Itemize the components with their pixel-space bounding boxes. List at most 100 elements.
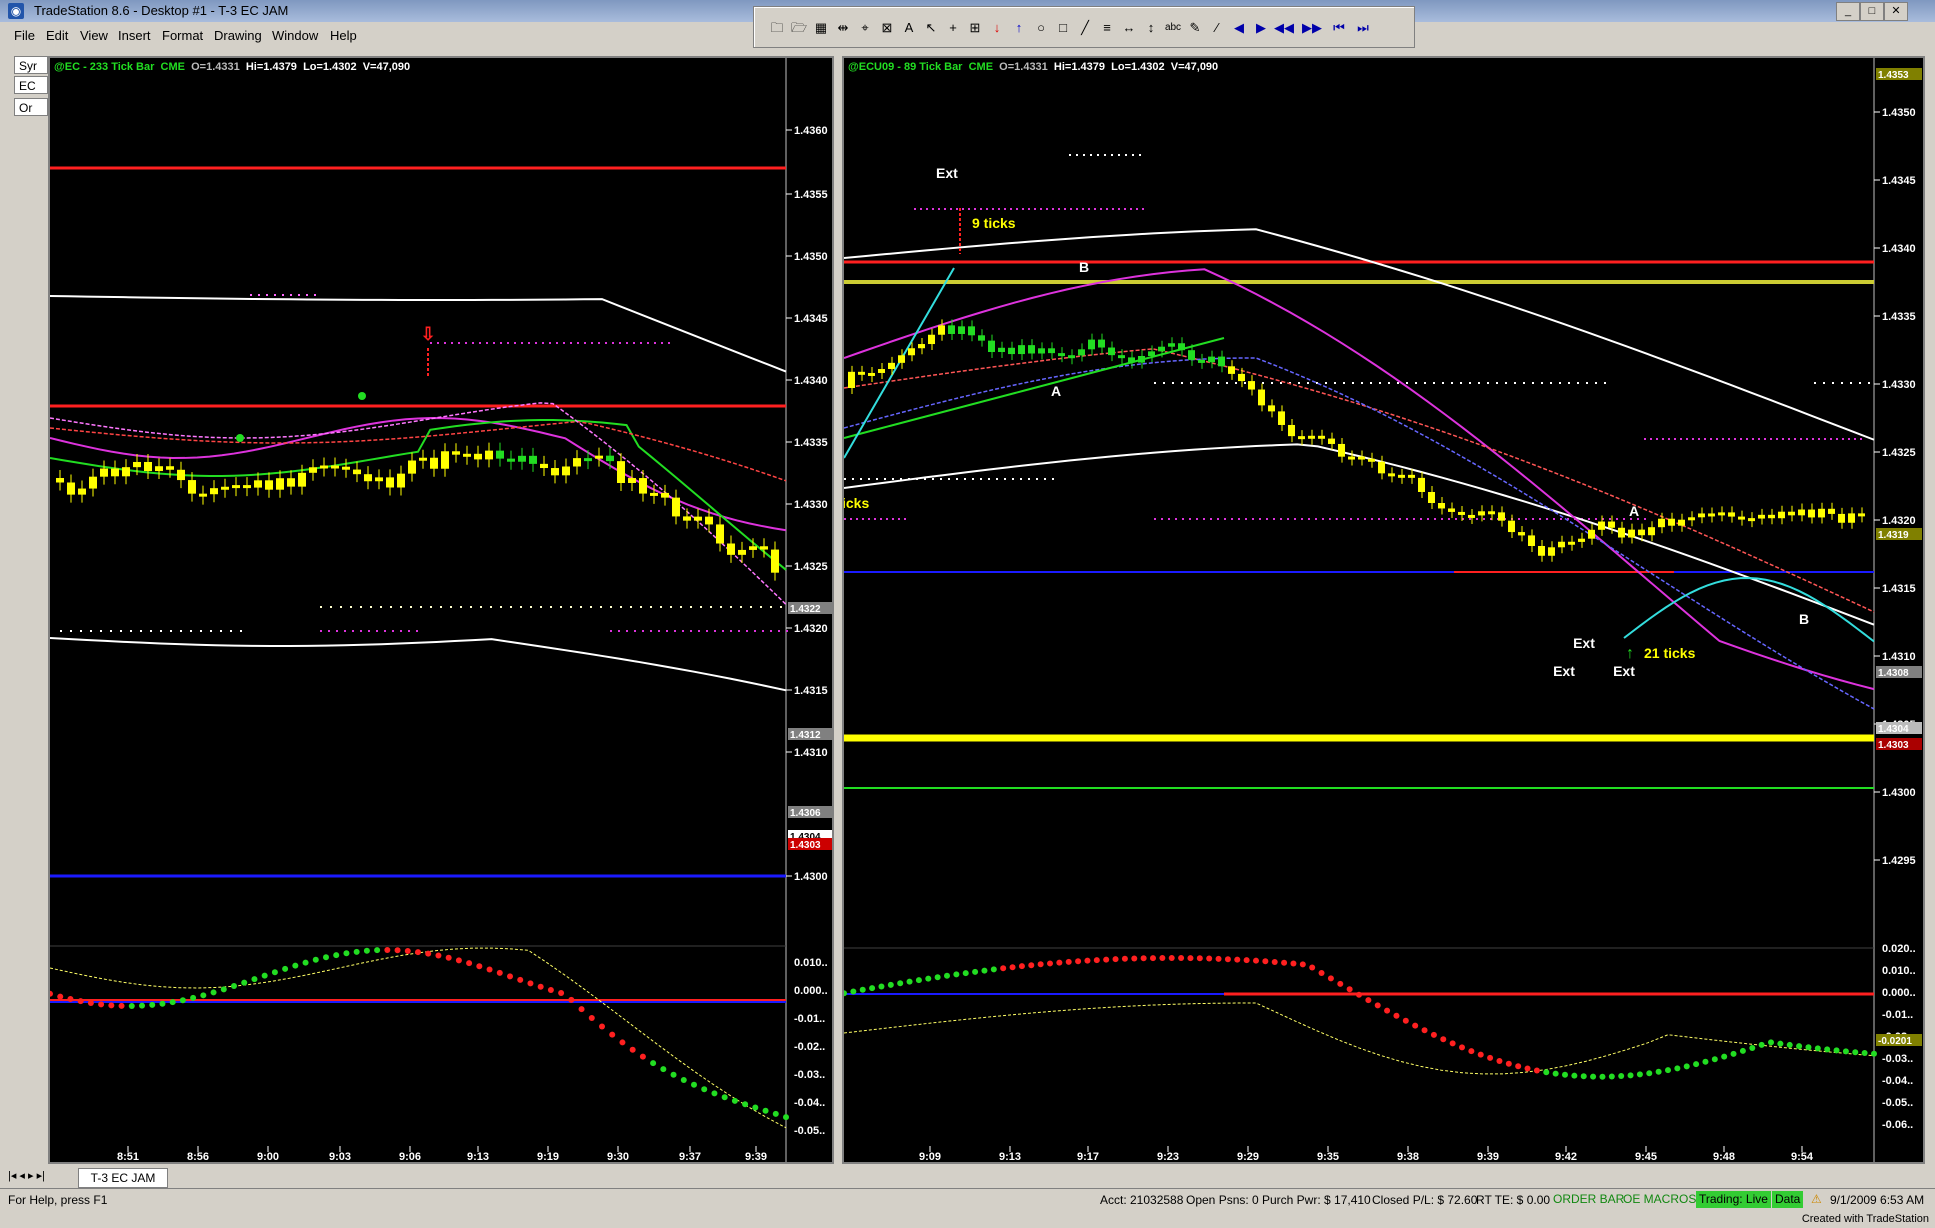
osc-dot: [925, 975, 932, 982]
minimize-button[interactable]: _: [1836, 2, 1860, 21]
status-account: Acct: 21032588: [1100, 1193, 1184, 1207]
fast-back-icon[interactable]: ◀◀: [1274, 19, 1294, 37]
folder-icon[interactable]: 🗀: [768, 19, 786, 37]
alert-icon[interactable]: ⚠: [1808, 1191, 1825, 1208]
tab-scroll-icon[interactable]: |◂ ◂ ▸ ▸|: [8, 1169, 45, 1182]
menu-help[interactable]: Help: [330, 28, 357, 43]
down-arrow-icon[interactable]: ↓: [988, 19, 1006, 37]
magenta-dot-marker: [360, 630, 362, 632]
candle-body: [1318, 435, 1325, 439]
candle-body: [221, 486, 229, 490]
magenta-dot-marker: [950, 208, 952, 210]
white-dot-marker: [1104, 154, 1106, 156]
grid-icon[interactable]: ▦: [812, 19, 830, 37]
bar-spacing-icon[interactable]: ⇹: [834, 19, 852, 37]
osc-dot: [599, 1023, 605, 1030]
close-button[interactable]: ✕: [1884, 2, 1908, 21]
vertical-arrow-icon[interactable]: ↕: [1142, 19, 1160, 37]
menu-edit[interactable]: Edit: [46, 28, 68, 43]
go-end-icon[interactable]: ⏭: [1354, 19, 1372, 37]
chart-window-left[interactable]: 1.4360 1.4355 1.4350 1.4345 1.4340 1.4335 1.43…: [48, 56, 834, 1164]
osc-dot: [404, 947, 411, 954]
label-b: B: [1079, 259, 1089, 275]
text-icon[interactable]: A: [900, 19, 918, 37]
candle-body: [496, 450, 504, 459]
magenta-dot-marker: [451, 342, 453, 344]
chart-window-right[interactable]: 1.4350 1.4345 1.4340 1.4335 1.4330 1.4325 1.43…: [842, 56, 1925, 1164]
osc-tag-label: -0.0201: [1878, 1036, 1912, 1047]
left-panel-item[interactable]: EC: [14, 76, 48, 94]
horizontal-line-icon[interactable]: ≡: [1098, 19, 1116, 37]
white-dot-marker: [590, 606, 592, 608]
step-right-icon[interactable]: ▶: [1252, 19, 1270, 37]
magenta-dot-marker: [1046, 208, 1048, 210]
white-dot-marker: [660, 606, 662, 608]
menu-format[interactable]: Format: [162, 28, 203, 43]
price-tick-label: 1.4310: [1882, 651, 1916, 663]
white-dot-marker: [1559, 382, 1561, 384]
maximize-button[interactable]: □: [1860, 2, 1884, 21]
white-dot-marker: [1004, 478, 1006, 480]
white-dot-marker: [1868, 382, 1870, 384]
left-panel-item[interactable]: Or: [14, 98, 48, 116]
open-icon[interactable]: 🗁: [790, 19, 808, 37]
menu-file[interactable]: File: [14, 28, 35, 43]
magenta-dot-marker: [400, 630, 402, 632]
abc-text-icon[interactable]: abc: [1164, 19, 1182, 37]
order-bar-button[interactable]: ORDER BAR: [1550, 1191, 1627, 1208]
ellipse-icon[interactable]: ○: [1032, 19, 1050, 37]
magenta-dot-marker: [610, 630, 612, 632]
candle-body: [672, 497, 680, 517]
up-arrow-icon[interactable]: ↑: [1010, 19, 1028, 37]
magenta-dot-marker: [1662, 438, 1664, 440]
osc-dot: [1711, 1056, 1718, 1063]
horizontal-arrow-icon[interactable]: ↔: [1120, 19, 1138, 37]
left-panel-item[interactable]: Syr: [14, 56, 48, 74]
magenta-dot-marker: [507, 342, 509, 344]
magenta-dot-marker: [1595, 518, 1597, 520]
menu-window[interactable]: Window: [272, 28, 318, 43]
osc-dot: [844, 990, 847, 997]
candle-body: [749, 546, 757, 550]
zoom-icon[interactable]: ⌖: [856, 19, 874, 37]
candle-body: [1438, 503, 1445, 509]
candle-body: [1628, 529, 1635, 538]
step-left-icon[interactable]: ◀: [1230, 19, 1248, 37]
status-open-positions: Open Psns: 0: [1186, 1193, 1259, 1207]
trendline-icon[interactable]: ╱: [1076, 19, 1094, 37]
lower-band: [50, 637, 787, 692]
magenta-dot-marker: [868, 518, 870, 520]
menu-insert[interactable]: Insert: [118, 28, 151, 43]
magenta-dot-marker: [1518, 518, 1520, 520]
chart-right-exchange: CME: [968, 61, 994, 73]
white-dot-marker: [1577, 382, 1579, 384]
magenta-dot-marker: [1371, 518, 1373, 520]
rectangle-icon[interactable]: □: [1054, 19, 1072, 37]
fib-icon[interactable]: ⊞: [966, 19, 984, 37]
brush-icon[interactable]: ⁄: [1208, 19, 1226, 37]
price-tick-label: 1.4320: [1882, 515, 1916, 527]
white-dot-marker: [1595, 382, 1597, 384]
go-start-icon[interactable]: ⏮: [1330, 19, 1348, 37]
chart-left-canvas[interactable]: 1.4360 1.4355 1.4350 1.4345 1.4340 1.4335 1.43…: [50, 58, 834, 1164]
white-dot-marker: [240, 630, 242, 632]
price-tick-label: 1.4340: [794, 375, 828, 387]
magenta-dot-marker: [577, 342, 579, 344]
pencil-icon[interactable]: ✎: [1186, 19, 1204, 37]
data-indicator[interactable]: Data: [1772, 1191, 1804, 1208]
price-tick-label: 1.4300: [1882, 787, 1916, 799]
pointer-icon[interactable]: ↖: [922, 19, 940, 37]
trading-live-indicator[interactable]: Trading: Live: [1696, 1191, 1771, 1208]
menu-drawing[interactable]: Drawing: [214, 28, 262, 43]
chart-right-canvas[interactable]: 1.4350 1.4345 1.4340 1.4335 1.4330 1.4325 1.43…: [844, 58, 1925, 1164]
oe-macros-button[interactable]: OE MACROS: [1620, 1191, 1699, 1208]
label-b: B: [1799, 611, 1809, 627]
fast-forward-icon[interactable]: ▶▶: [1302, 19, 1322, 37]
candle-body: [1778, 511, 1785, 519]
cross-icon[interactable]: ⊠: [878, 19, 896, 37]
tab-t3-ec-jam[interactable]: T-3 EC JAM: [78, 1168, 168, 1188]
crosshair-icon[interactable]: +: [944, 19, 962, 37]
osc-dot: [343, 950, 350, 957]
menu-view[interactable]: View: [80, 28, 108, 43]
magenta-dot-marker: [1016, 208, 1018, 210]
